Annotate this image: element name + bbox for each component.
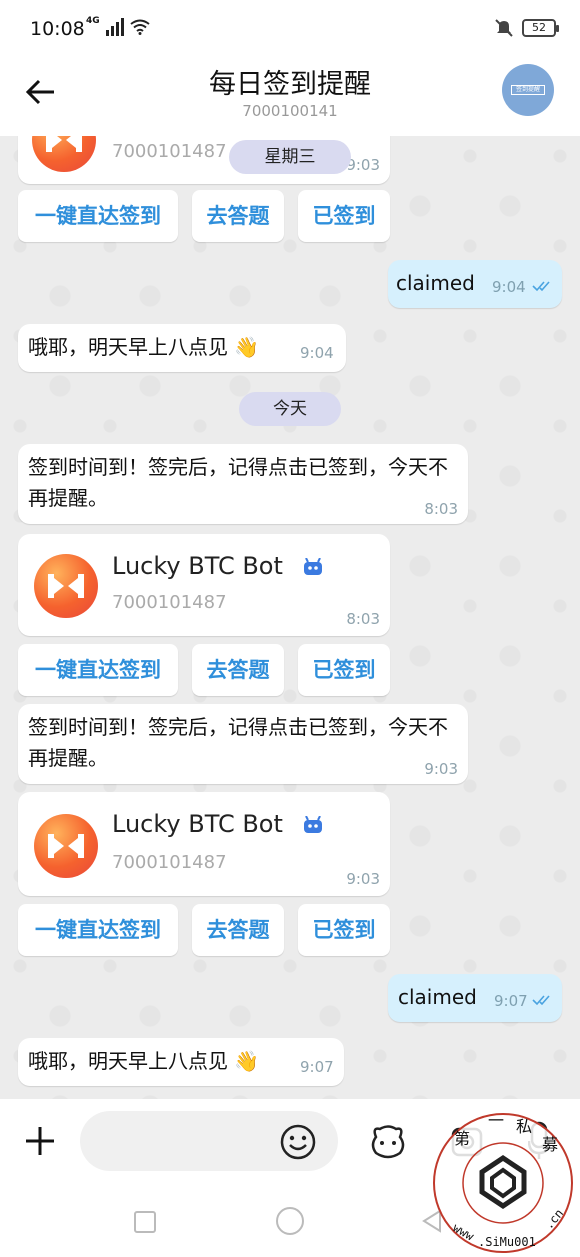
signal-icon bbox=[105, 18, 124, 36]
checked-in-button[interactable]: 已签到 bbox=[298, 190, 390, 242]
svg-text:私: 私 bbox=[516, 1117, 532, 1136]
read-checkmarks-icon bbox=[532, 281, 550, 292]
chat-area[interactable]: 7000101487 9:03 星期三 一键直达签到 去答题 已签到 claim… bbox=[0, 136, 580, 1099]
message-text: claimed bbox=[396, 271, 475, 295]
message-text: 哦耶，明天早上八点见 👋 bbox=[28, 1049, 260, 1073]
message-time: 9:07 bbox=[300, 1058, 334, 1076]
message-text: 签到时间到！签完后，记得点击已签到，今天不再提醒。 bbox=[28, 715, 448, 770]
date-chip: 星期三 bbox=[229, 140, 351, 174]
message-time: 9:04 bbox=[492, 278, 526, 296]
message-time: 8:03 bbox=[346, 610, 380, 628]
message-time: 8:03 bbox=[424, 500, 458, 518]
date-chip-today: 今天 bbox=[239, 392, 341, 426]
bot-id: 7000101487 bbox=[112, 141, 227, 162]
read-checkmarks-icon bbox=[532, 995, 550, 1006]
bot-avatar bbox=[34, 814, 98, 878]
network-type-label: 4G bbox=[86, 16, 100, 26]
go-checkin-button[interactable]: 一键直达签到 bbox=[18, 644, 178, 696]
sticker-icon[interactable] bbox=[368, 1123, 408, 1161]
bot-card[interactable]: Lucky BTC Bot 7000101487 8:03 bbox=[18, 534, 390, 636]
chat-header: 每日签到提醒 7000100141 签到提醒 bbox=[0, 58, 580, 136]
battery-level: 52 bbox=[532, 21, 546, 34]
bot-name: Lucky BTC Bot bbox=[112, 810, 283, 838]
home-icon[interactable] bbox=[276, 1207, 304, 1235]
svg-text:一: 一 bbox=[488, 1112, 504, 1130]
chat-title[interactable]: 每日签到提醒 bbox=[0, 62, 580, 101]
outgoing-message[interactable]: claimed 9:07 bbox=[388, 974, 562, 1022]
wifi-icon bbox=[130, 19, 150, 35]
message-text: claimed bbox=[398, 985, 477, 1009]
bot-avatar bbox=[32, 136, 96, 172]
checked-in-button[interactable]: 已签到 bbox=[298, 904, 390, 956]
message-time: 9:03 bbox=[424, 760, 458, 778]
bot-badge-icon bbox=[304, 816, 322, 833]
bot-badge-icon bbox=[304, 558, 322, 575]
status-time: 10:08 bbox=[30, 18, 85, 40]
recent-apps-icon[interactable] bbox=[134, 1211, 156, 1233]
answer-quiz-button[interactable]: 去答题 bbox=[192, 904, 284, 956]
message-time: 9:04 bbox=[300, 344, 334, 362]
checked-in-button[interactable]: 已签到 bbox=[298, 644, 390, 696]
bot-logo-icon bbox=[48, 574, 84, 598]
chat-avatar[interactable]: 签到提醒 bbox=[502, 64, 554, 116]
status-bar: 10:08 4G 52 bbox=[0, 0, 580, 58]
bot-id: 7000101487 bbox=[112, 592, 227, 613]
status-right-icons: 52 bbox=[494, 18, 559, 38]
attach-plus-icon[interactable] bbox=[24, 1125, 56, 1157]
message-time: 9:03 bbox=[346, 870, 380, 888]
bot-name: Lucky BTC Bot bbox=[112, 552, 283, 580]
bot-card[interactable]: Lucky BTC Bot 7000101487 9:03 bbox=[18, 792, 390, 896]
avatar-label: 签到提醒 bbox=[511, 85, 545, 95]
outgoing-message[interactable]: claimed 9:04 bbox=[388, 260, 562, 308]
message-text: 签到时间到！签完后，记得点击已签到，今天不再提醒。 bbox=[28, 455, 448, 510]
emoji-icon[interactable] bbox=[280, 1124, 316, 1160]
incoming-message[interactable]: 签到时间到！签完后，记得点击已签到，今天不再提醒。 9:03 bbox=[18, 704, 468, 784]
incoming-message[interactable]: 哦耶，明天早上八点见 👋 9:07 bbox=[18, 1038, 344, 1086]
incoming-message[interactable]: 签到时间到！签完后，记得点击已签到，今天不再提醒。 8:03 bbox=[18, 444, 468, 524]
incoming-message[interactable]: 哦耶，明天早上八点见 👋 9:04 bbox=[18, 324, 346, 372]
message-time: 9:07 bbox=[494, 992, 528, 1010]
battery-icon: 52 bbox=[522, 19, 559, 37]
watermark-stamp-logo: 第 一 私 募 www .SiMu001 .cn bbox=[433, 1112, 573, 1253]
go-checkin-button[interactable]: 一键直达签到 bbox=[18, 904, 178, 956]
message-time: 9:03 bbox=[346, 156, 380, 174]
go-checkin-button[interactable]: 一键直达签到 bbox=[18, 190, 178, 242]
bot-logo-icon bbox=[48, 834, 84, 858]
chat-subtitle: 7000100141 bbox=[242, 102, 338, 120]
svg-text:.SiMu001: .SiMu001 bbox=[478, 1235, 536, 1249]
message-text: 哦耶，明天早上八点见 👋 bbox=[28, 335, 260, 359]
svg-text:募: 募 bbox=[542, 1135, 558, 1154]
bot-id: 7000101487 bbox=[112, 852, 227, 873]
status-network-icons: 4G bbox=[86, 16, 150, 36]
mute-icon bbox=[495, 19, 513, 37]
bot-logo-icon bbox=[46, 136, 82, 152]
svg-text:第: 第 bbox=[454, 1129, 470, 1148]
bot-avatar bbox=[34, 554, 98, 618]
answer-quiz-button[interactable]: 去答题 bbox=[192, 190, 284, 242]
answer-quiz-button[interactable]: 去答题 bbox=[192, 644, 284, 696]
